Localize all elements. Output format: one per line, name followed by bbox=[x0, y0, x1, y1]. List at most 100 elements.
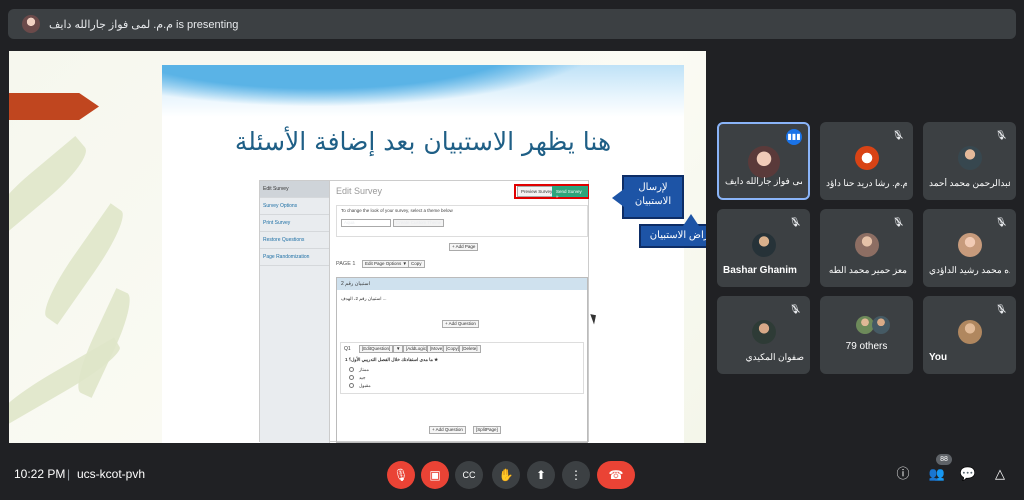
speaking-indicator-icon: ▮▮▮ bbox=[786, 129, 802, 145]
mic-off-icon: 🎙 bbox=[995, 304, 1007, 314]
avatar bbox=[751, 320, 776, 344]
avatar bbox=[957, 146, 982, 170]
survey-main: Edit Survey Preview Survey Send Survey »… bbox=[334, 181, 589, 443]
decor-leaf bbox=[9, 135, 95, 237]
survey-heading: Edit Survey bbox=[336, 186, 383, 196]
mic-off-icon: 🎙 bbox=[995, 130, 1007, 140]
presenter-avatar bbox=[22, 15, 40, 33]
page-box: استبيان رقم 2 استبيان رقم 2، الهدف ... +… bbox=[336, 277, 588, 443]
copy-page-button: Copy bbox=[408, 260, 425, 268]
separator: | bbox=[67, 467, 71, 481]
end-call-button[interactable]: ☎ bbox=[597, 461, 635, 489]
mic-off-icon: 🎙 bbox=[892, 217, 904, 227]
page-description: استبيان رقم 2، الهدف ... bbox=[341, 296, 387, 301]
radio-option bbox=[349, 375, 354, 380]
question-text: ما مدى استفادتك خلال الفصل التدريبي الأو… bbox=[345, 357, 439, 362]
survey-sidebar: Edit Survey Survey Options Print Survey … bbox=[260, 181, 330, 443]
mic-off-icon: 🎙 bbox=[789, 217, 801, 227]
participant-tile[interactable]: 🎙 معز حمير محمد الطه bbox=[820, 209, 913, 287]
survey-sidebar-item: Restore Questions bbox=[260, 232, 329, 249]
presentation-stage: هنا يظهر الاستبيان بعد إضافة الأسئلة Edi… bbox=[9, 51, 706, 443]
raise-hand-button[interactable]: ✋ bbox=[492, 461, 520, 489]
presenting-text: م.م. لمى فواز جارالله دايف is presenting bbox=[49, 18, 239, 31]
chat-icon[interactable]: 💬 bbox=[958, 464, 978, 484]
theme-select: Aqua bbox=[341, 219, 391, 227]
more-vert-icon: ⋮ bbox=[570, 468, 582, 482]
meeting-time: 10:22 PM bbox=[14, 467, 66, 481]
participant-name: عبدالرحمن محمد أحمد bbox=[929, 178, 1010, 188]
slide-wave bbox=[162, 65, 684, 125]
add-question-button: + Add Question bbox=[429, 426, 466, 434]
participant-tile-others[interactable]: 79 others bbox=[820, 296, 913, 374]
raise-hand-icon: ✋ bbox=[498, 468, 514, 482]
participant-tile[interactable]: 🎙 Bashar Ghanim bbox=[717, 209, 810, 287]
create-theme-button: Create Custom Theme bbox=[393, 219, 445, 227]
split-page-button: [SplitPage] bbox=[473, 426, 501, 434]
mic-toggle-button[interactable]: 🎙 bbox=[387, 461, 415, 489]
option-label: جيد bbox=[359, 375, 366, 380]
participant-tile[interactable]: 🎙 رعده محمد رشيد الداؤدي bbox=[923, 209, 1016, 287]
mic-off-icon: 🎙 bbox=[789, 304, 801, 314]
present-button[interactable]: ⬆ bbox=[527, 461, 555, 489]
participant-tile[interactable]: 🎙 عبدالرحمن محمد أحمد bbox=[923, 122, 1016, 200]
decor-arrow bbox=[9, 93, 99, 120]
captions-icon: CC bbox=[462, 470, 476, 480]
participant-name: رعده محمد رشيد الداؤدي bbox=[929, 265, 1010, 275]
theme-text: To change the look of your survey, selec… bbox=[341, 208, 453, 213]
participant-name: م.م. لمى فواز جارالله دايف ... bbox=[725, 176, 802, 186]
theme-box: To change the look of your survey, selec… bbox=[336, 205, 588, 237]
mic-off-icon: 🎙 bbox=[892, 130, 904, 140]
add-question-button: + Add Question bbox=[442, 320, 479, 328]
avatar bbox=[957, 320, 982, 344]
avatar bbox=[854, 146, 879, 170]
participant-tile-self[interactable]: 🎙 You bbox=[923, 296, 1016, 374]
radio-option bbox=[349, 367, 354, 372]
avatar bbox=[747, 146, 780, 178]
page-header: استبيان رقم 2 bbox=[337, 278, 587, 290]
participant-tile[interactable]: ▮▮▮ م.م. لمى فواز جارالله دايف ... bbox=[717, 122, 810, 200]
send-survey-button: Send Survey » bbox=[552, 186, 588, 199]
survey-screenshot: Edit Survey Survey Options Print Survey … bbox=[259, 180, 589, 443]
others-count: 79 others bbox=[845, 341, 888, 352]
slide-title: هنا يظهر الاستبيان بعد إضافة الأسئلة bbox=[234, 127, 612, 156]
question-number: Q1 bbox=[344, 346, 351, 352]
participant-tile[interactable]: 🎙 م.م. رشا دريد حنا داؤد bbox=[820, 122, 913, 200]
preview-survey-button: Preview Survey bbox=[517, 186, 557, 197]
more-options-button[interactable]: ⋮ bbox=[562, 461, 590, 489]
question-tool: [Delete] bbox=[459, 345, 481, 353]
people-count-badge: 88 bbox=[936, 454, 952, 465]
end-call-icon: ☎ bbox=[608, 468, 624, 482]
activities-icon[interactable]: △ bbox=[990, 464, 1010, 484]
option-label: مقبول bbox=[359, 383, 371, 388]
survey-sidebar-item: Edit Survey bbox=[260, 181, 329, 198]
control-bar: 10:22 PM | ucs-kcot-pvh 🎙 ▣ CC ✋ ⬆ ⋮ ☎ ⓘ… bbox=[0, 450, 1024, 500]
survey-sidebar-item: Survey Options bbox=[260, 198, 329, 215]
participant-name: You bbox=[929, 352, 948, 363]
presenting-banner: م.م. لمى فواز جارالله دايف is presenting bbox=[8, 9, 1016, 39]
meeting-code: ucs-kcot-pvh bbox=[77, 467, 146, 481]
participant-name: معز حمير محمد الطه bbox=[828, 265, 907, 275]
participant-name: صفوان المكيدي bbox=[745, 352, 804, 362]
decor-leaf bbox=[9, 337, 126, 427]
option-label: ممتاز bbox=[359, 367, 369, 372]
survey-sidebar-item: Page Randomization bbox=[260, 249, 329, 266]
slide: هنا يظهر الاستبيان بعد إضافة الأسئلة Edi… bbox=[162, 65, 706, 443]
mic-off-icon: 🎙 bbox=[393, 468, 409, 482]
question-tool: [EditQuestion] bbox=[359, 345, 394, 353]
camera-off-icon: ▣ bbox=[429, 468, 441, 482]
captions-button[interactable]: CC bbox=[455, 461, 483, 489]
participant-name: م.م. رشا دريد حنا داؤد bbox=[826, 178, 907, 188]
present-icon: ⬆ bbox=[535, 468, 547, 482]
participant-tile[interactable]: 🎙 صفوان المكيدي bbox=[717, 296, 810, 374]
radio-option bbox=[349, 383, 354, 388]
question-box: Q1 [EditQuestion] ▼ [AddLogic] [Move] [C… bbox=[340, 342, 584, 394]
avatar bbox=[872, 316, 890, 334]
camera-toggle-button[interactable]: ▣ bbox=[421, 461, 449, 489]
info-icon[interactable]: ⓘ bbox=[893, 464, 913, 484]
callout-send: لإرسال الاستبيان bbox=[612, 175, 684, 219]
add-page-button: + Add Page bbox=[449, 243, 479, 251]
avatar bbox=[854, 233, 879, 257]
avatar bbox=[957, 233, 982, 257]
people-icon[interactable]: 👥 bbox=[927, 464, 947, 484]
survey-sidebar-item: Print Survey bbox=[260, 215, 329, 232]
